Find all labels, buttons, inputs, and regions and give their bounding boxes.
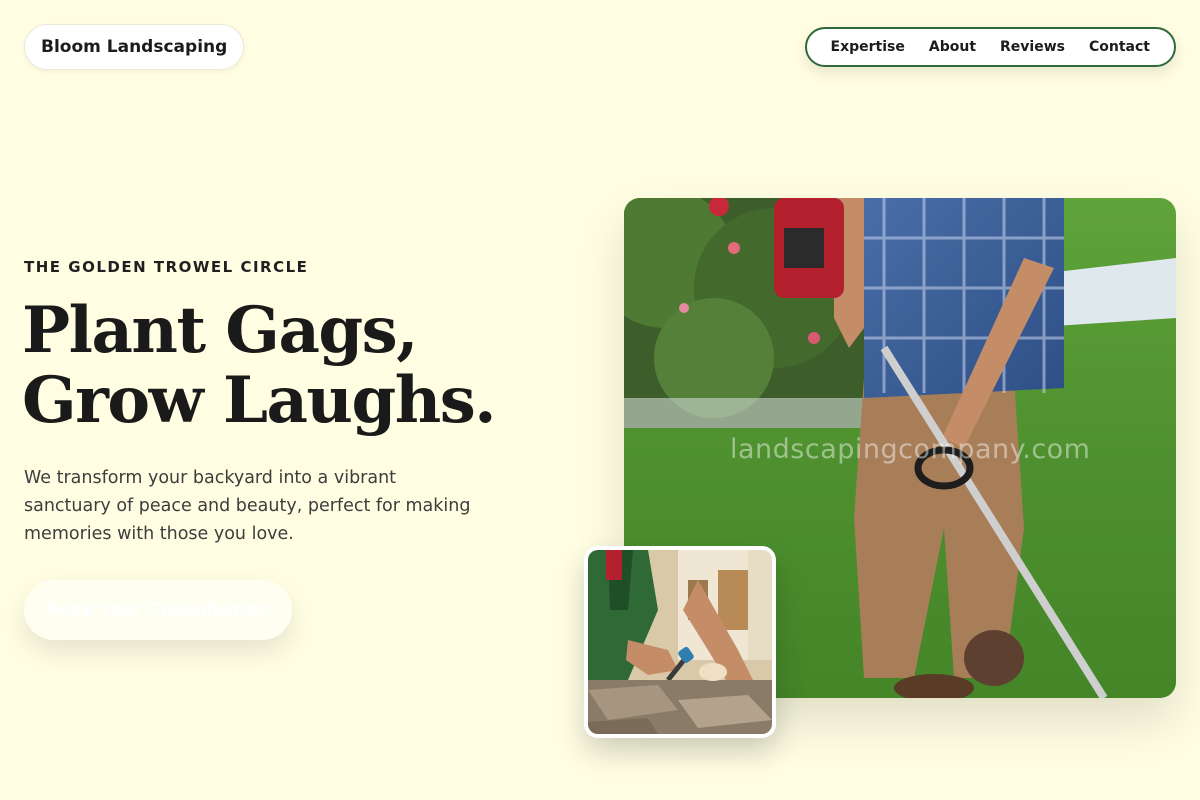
nav-link-reviews[interactable]: Reviews <box>1000 39 1065 55</box>
nav-link-contact[interactable]: Contact <box>1089 39 1150 55</box>
hero-headline-line-1: Plant Gags, <box>22 293 418 368</box>
hero-headline-line-2: Grow Laughs. <box>22 363 497 438</box>
book-consultation-button[interactable]: Book Your Consultation <box>24 580 292 640</box>
brand-name: Bloom Landscaping <box>41 37 228 57</box>
landing-page: Bloom Landscaping Expertise About Review… <box>0 0 1200 800</box>
hero-eyebrow: THE GOLDEN TROWEL CIRCLE <box>24 258 309 276</box>
nav-link-about[interactable]: About <box>929 39 976 55</box>
hero-headline: Plant Gags, Grow Laughs. <box>22 293 497 438</box>
hero-inset-photo <box>584 546 776 738</box>
main-nav: Expertise About Reviews Contact <box>804 27 1176 67</box>
image-watermark: landscapingcompany.com <box>730 434 1091 465</box>
brand-logo[interactable]: Bloom Landscaping <box>24 24 245 70</box>
paver-work-image <box>588 550 772 734</box>
nav-link-expertise[interactable]: Expertise <box>831 39 905 55</box>
hero-description: We transform your backyard into a vibran… <box>24 468 471 544</box>
